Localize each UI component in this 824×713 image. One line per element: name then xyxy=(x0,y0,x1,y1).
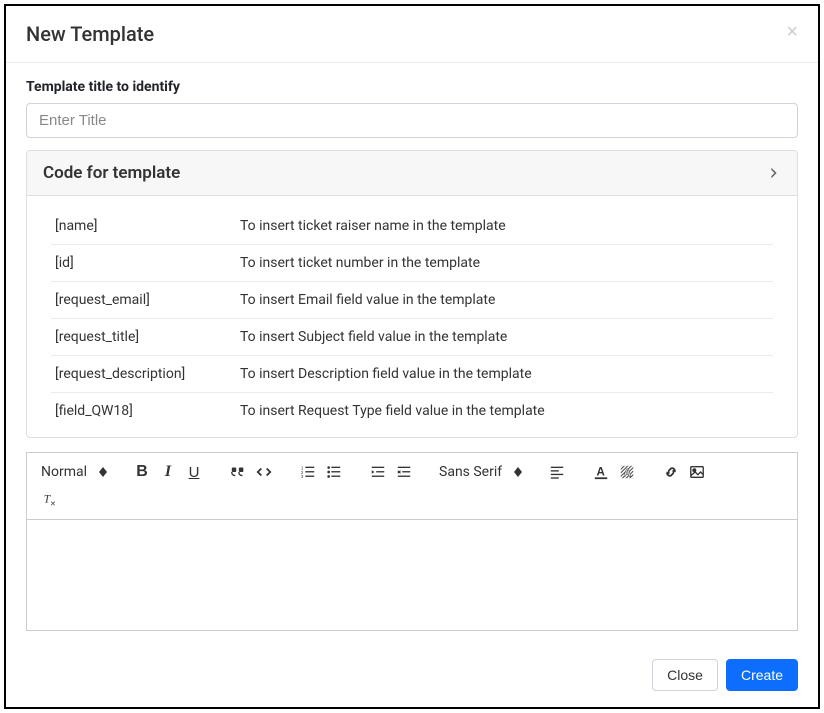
outdent-button[interactable] xyxy=(365,459,391,485)
link-button[interactable] xyxy=(658,459,684,485)
modal-body: Template title to identify Code for temp… xyxy=(6,63,818,647)
caret-icon xyxy=(514,467,522,477)
font-select-label: Sans Serif xyxy=(439,464,502,480)
svg-text:✕: ✕ xyxy=(50,500,56,508)
code-desc: To insert Description field value in the… xyxy=(240,366,769,382)
code-accordion: Code for template [name] To insert ticke… xyxy=(26,150,798,438)
code-desc: To insert ticket number in the template xyxy=(240,255,769,271)
blockquote-button[interactable] xyxy=(225,459,251,485)
image-button[interactable] xyxy=(684,459,710,485)
svg-text:A: A xyxy=(597,467,606,479)
template-title-input[interactable] xyxy=(26,103,798,138)
code-key: [field_QW18] xyxy=(55,403,240,419)
align-button[interactable] xyxy=(544,459,570,485)
code-block-button[interactable] xyxy=(251,459,277,485)
background-color-button[interactable]: A xyxy=(614,459,640,485)
modal-title: New Template xyxy=(26,22,154,46)
table-row: [id] To insert ticket number in the temp… xyxy=(51,245,773,282)
rich-text-editor: Normal B I U xyxy=(26,452,798,631)
code-desc: To insert ticket raiser name in the temp… xyxy=(240,218,769,234)
chevron-right-icon xyxy=(767,166,781,180)
font-select[interactable]: Sans Serif xyxy=(435,459,526,485)
new-template-modal: New Template × Template title to identif… xyxy=(4,4,820,709)
heading-select[interactable]: Normal xyxy=(37,459,111,485)
table-row: [field_QW18] To insert Request Type fiel… xyxy=(51,393,773,429)
code-key: [name] xyxy=(55,218,240,234)
text-color-button[interactable]: A xyxy=(588,459,614,485)
italic-button[interactable]: I xyxy=(155,459,181,485)
accordion-header[interactable]: Code for template xyxy=(27,151,797,196)
underline-button[interactable]: U xyxy=(181,459,207,485)
bold-button[interactable]: B xyxy=(129,459,155,485)
indent-button[interactable] xyxy=(391,459,417,485)
editor-content-area[interactable] xyxy=(27,520,797,630)
code-desc: To insert Subject field value in the tem… xyxy=(240,329,769,345)
caret-icon xyxy=(99,467,107,477)
title-label: Template title to identify xyxy=(26,79,798,95)
table-row: [request_description] To insert Descript… xyxy=(51,356,773,393)
code-key: [request_email] xyxy=(55,292,240,308)
code-desc: To insert Email field value in the templ… xyxy=(240,292,769,308)
ordered-list-button[interactable]: 123 xyxy=(295,459,321,485)
code-key: [request_description] xyxy=(55,366,240,382)
close-icon[interactable]: × xyxy=(786,22,798,42)
unordered-list-button[interactable] xyxy=(321,459,347,485)
svg-text:A: A xyxy=(624,467,632,479)
heading-select-label: Normal xyxy=(41,464,87,480)
code-desc: To insert Request Type field value in th… xyxy=(240,403,769,419)
modal-header: New Template × xyxy=(6,6,818,63)
modal-footer: Close Create xyxy=(6,647,818,707)
table-row: [name] To insert ticket raiser name in t… xyxy=(51,208,773,245)
code-table: [name] To insert ticket raiser name in t… xyxy=(27,196,797,437)
svg-text:3: 3 xyxy=(301,474,304,479)
create-button[interactable]: Create xyxy=(726,659,798,691)
table-row: [request_title] To insert Subject field … xyxy=(51,319,773,356)
accordion-title: Code for template xyxy=(43,163,180,183)
code-key: [request_title] xyxy=(55,329,240,345)
table-row: [request_email] To insert Email field va… xyxy=(51,282,773,319)
code-key: [id] xyxy=(55,255,240,271)
close-button[interactable]: Close xyxy=(652,659,718,691)
editor-toolbar: Normal B I U xyxy=(27,453,797,520)
remove-format-button[interactable]: T✕ xyxy=(37,487,63,513)
